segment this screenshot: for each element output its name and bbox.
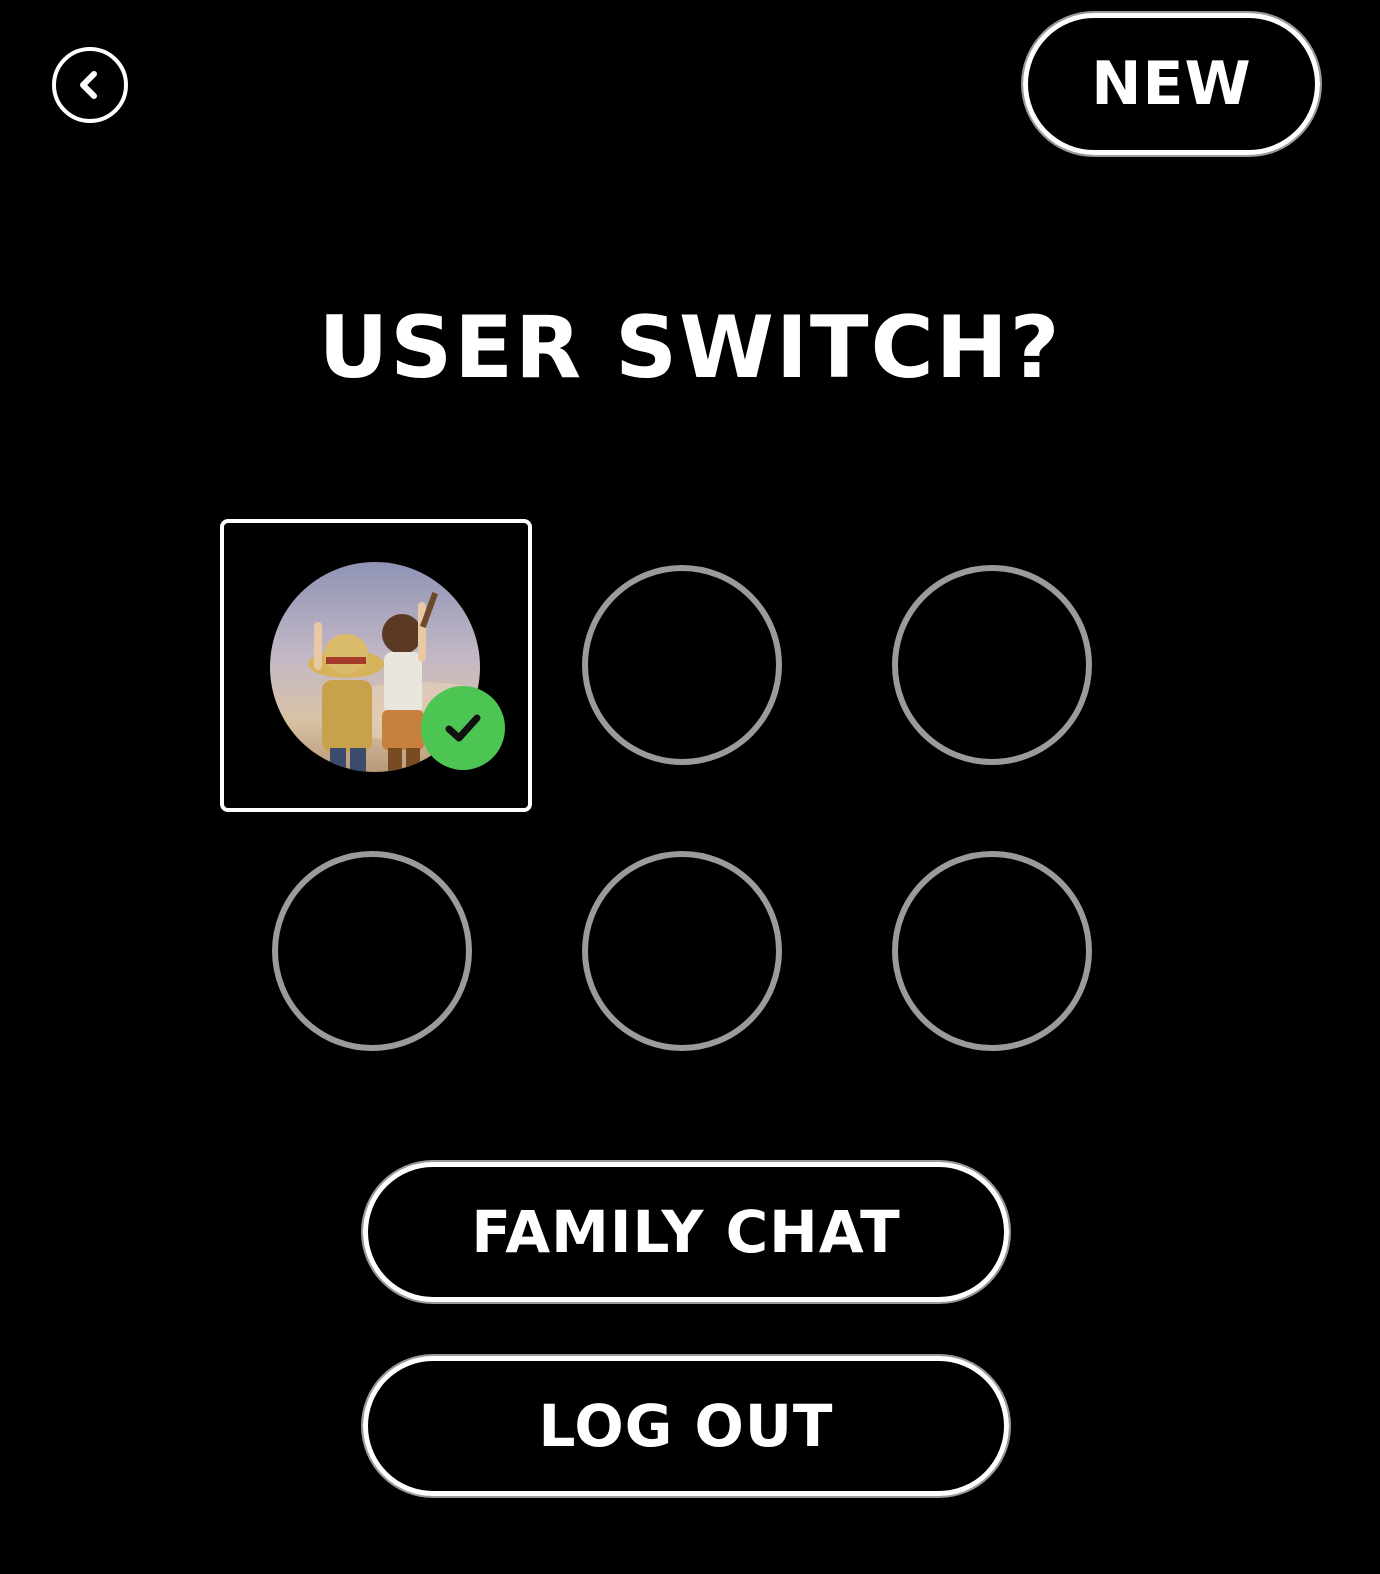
new-user-button[interactable]: NEW [1023, 13, 1320, 155]
selected-check-badge [421, 686, 505, 770]
page-title: USER SWITCH? [318, 298, 1062, 398]
back-button[interactable] [52, 47, 128, 123]
new-user-button-label: NEW [1091, 49, 1252, 119]
logout-button-label: LOG OUT [538, 1392, 834, 1460]
user-slot-empty[interactable] [272, 851, 472, 1051]
user-slot-empty[interactable] [892, 565, 1092, 765]
chevron-left-icon [80, 71, 97, 99]
user-slot-empty[interactable] [582, 565, 782, 765]
user-slot-empty[interactable] [892, 851, 1092, 1051]
user-slot-empty[interactable] [582, 851, 782, 1051]
family-chat-button[interactable]: FAMILY CHAT [363, 1162, 1009, 1302]
checkmark-icon [445, 714, 481, 742]
logout-button[interactable]: LOG OUT [363, 1356, 1009, 1496]
family-chat-button-label: FAMILY CHAT [471, 1198, 901, 1266]
